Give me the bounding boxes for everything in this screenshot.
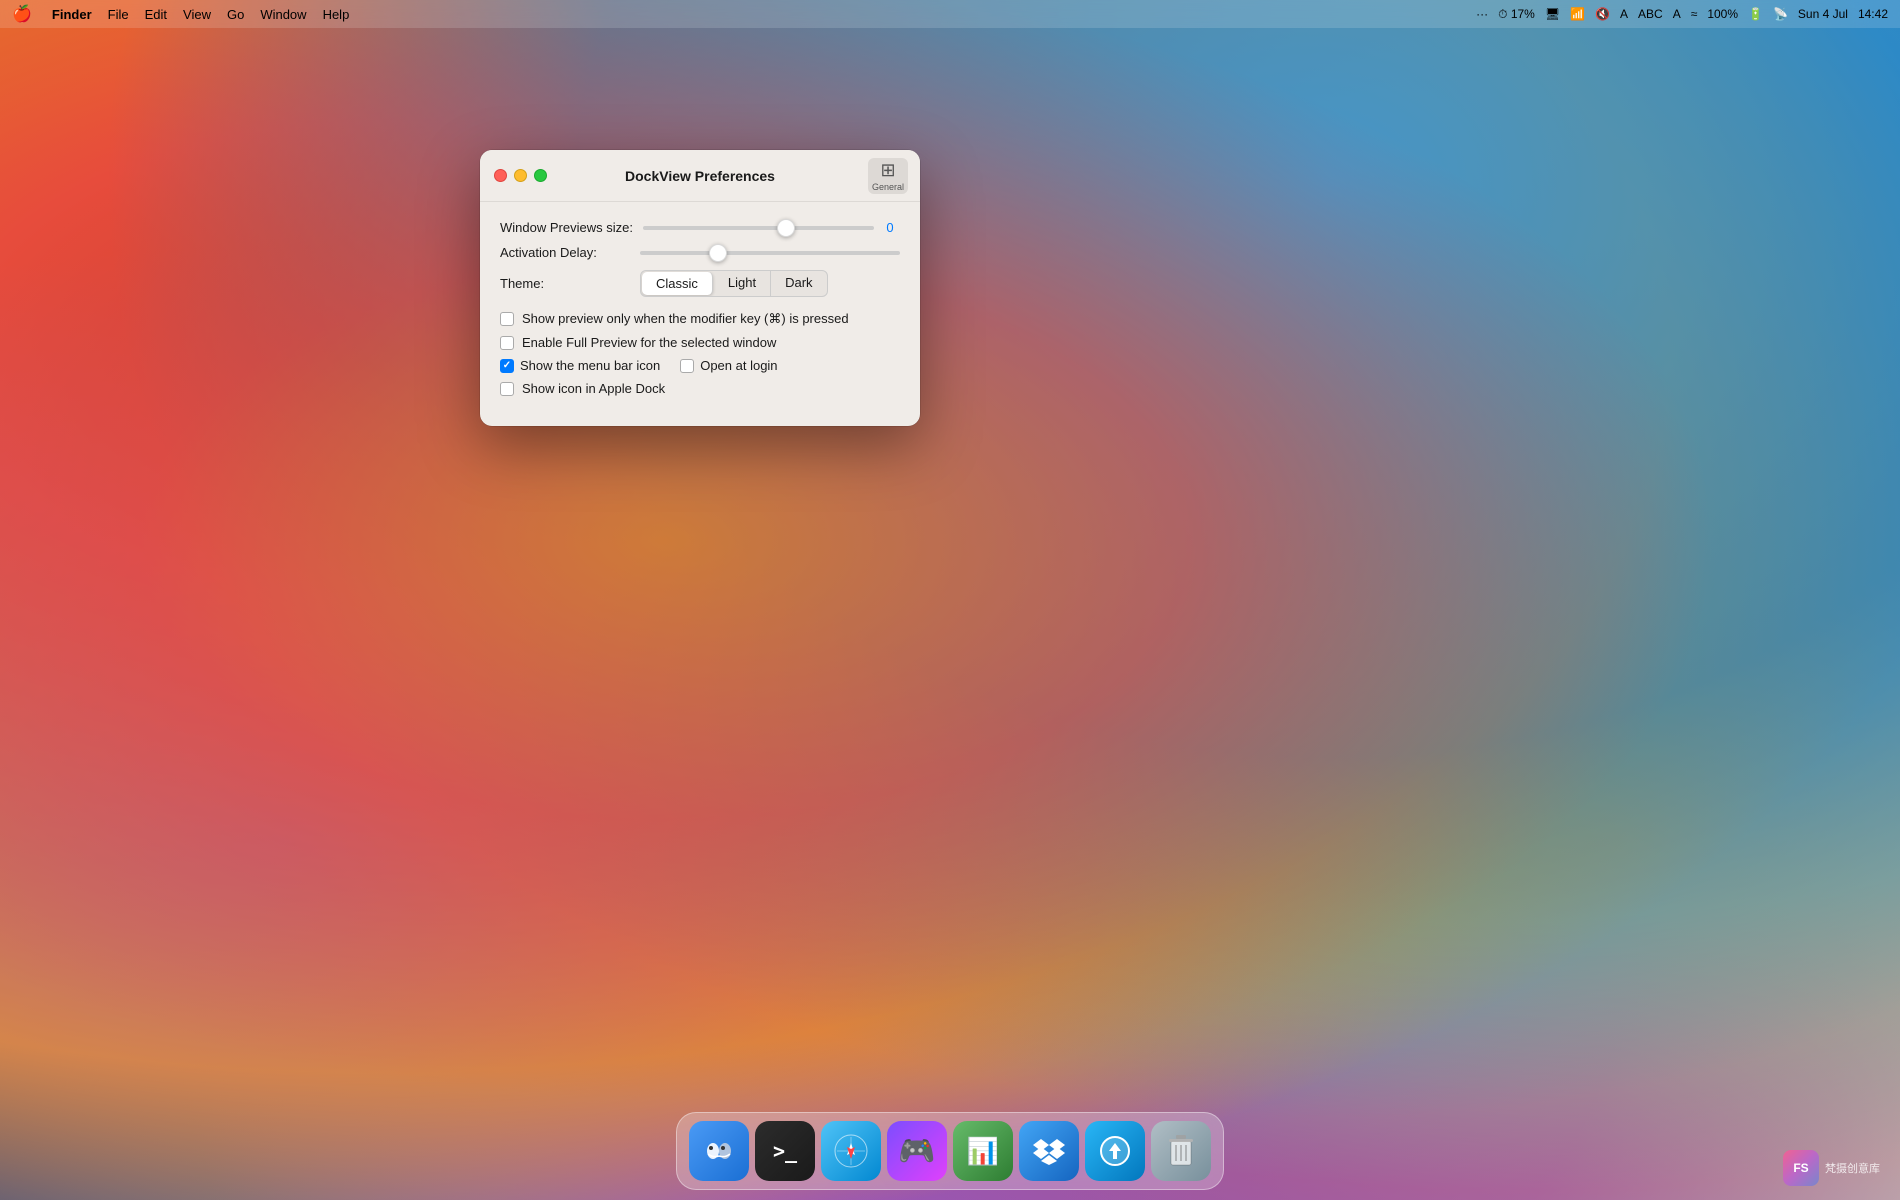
close-button[interactable] [494, 169, 507, 182]
full-preview-row: Enable Full Preview for the selected win… [500, 335, 900, 350]
menubar-battery-time: ⏱ 17% [1498, 7, 1535, 22]
theme-label: Theme: [500, 276, 630, 291]
menubar-sound[interactable]: 🔇 [1595, 7, 1610, 21]
general-icon: ⊞ [880, 160, 895, 181]
dock-safari[interactable] [821, 1121, 881, 1181]
open-login-checkbox[interactable] [680, 359, 694, 373]
menubar-right: ··· ⏱ 17% 🖥 📶 🔇 A ABC A ≈ 100% 🔋 📡 Sun 4… [1476, 7, 1888, 22]
menubar-dots[interactable]: ··· [1476, 7, 1488, 21]
window-previews-row: Window Previews size: 0 [500, 220, 900, 235]
dock-partymixer[interactable]: 🎮 [887, 1121, 947, 1181]
dock-numbers[interactable]: 📊 [953, 1121, 1013, 1181]
theme-row: Theme: Classic Light Dark [500, 270, 900, 297]
dock-finder[interactable] [689, 1121, 749, 1181]
theme-dark[interactable]: Dark [771, 271, 826, 296]
menubar-left: 🍎 Finder File Edit View Go Window Help [12, 4, 349, 24]
open-login-item: Open at login [680, 358, 777, 373]
modifier-key-row: Show preview only when the modifier key … [500, 311, 900, 327]
menubar-network[interactable]: 📡 [1773, 7, 1788, 21]
menubar-window[interactable]: Window [260, 7, 306, 22]
preferences-content: Window Previews size: 0 Activation Delay… [480, 202, 920, 426]
watermark-text: 梵摄创意库 [1825, 1160, 1880, 1176]
apple-menu[interactable]: 🍎 [12, 4, 32, 24]
menubar-finder[interactable]: Finder [52, 7, 92, 22]
preferences-window: DockView Preferences ⊞ General Window Pr… [480, 150, 920, 426]
menubar-edit[interactable]: Edit [145, 7, 167, 22]
full-preview-checkbox[interactable] [500, 336, 514, 350]
menubar-datetime: Sun 4 Jul 14:42 [1798, 7, 1888, 21]
menubar-login-row: Show the menu bar icon Open at login [500, 358, 900, 373]
dock-terminal[interactable]: >_ [755, 1121, 815, 1181]
watermark: FS 梵摄创意库 [1783, 1150, 1880, 1186]
dock: >_ 🎮 📊 [676, 1112, 1224, 1190]
window-title: DockView Preferences [625, 168, 775, 184]
menubar-zoom: 100% [1707, 7, 1738, 21]
toolbar[interactable]: ⊞ General [868, 158, 908, 194]
menubar-wifi[interactable]: 📶 [1570, 7, 1585, 21]
open-login-label: Open at login [700, 358, 777, 373]
watermark-badge: FS [1783, 1150, 1819, 1186]
menubar-a1[interactable]: A [1620, 7, 1628, 21]
desktop-background [0, 0, 1900, 1200]
menubar-go[interactable]: Go [227, 7, 244, 22]
minimize-button[interactable] [514, 169, 527, 182]
activation-delay-slider-container [640, 251, 900, 255]
menubar-battery[interactable]: 🔋 [1748, 7, 1763, 21]
menubar-display[interactable]: 🖥 [1545, 7, 1560, 21]
theme-segmented-control[interactable]: Classic Light Dark [640, 270, 828, 297]
window-controls [494, 169, 547, 182]
dock-arrdrop[interactable] [1085, 1121, 1145, 1181]
menubar-abc[interactable]: ABC [1638, 7, 1663, 21]
window-previews-value: 0 [880, 220, 900, 235]
window-previews-slider-container: 0 [643, 220, 900, 235]
maximize-button[interactable] [534, 169, 547, 182]
activation-delay-row: Activation Delay: [500, 245, 900, 260]
activation-delay-track [640, 251, 900, 255]
menu-bar-item: Show the menu bar icon [500, 358, 660, 373]
window-titlebar: DockView Preferences ⊞ General [480, 150, 920, 202]
full-preview-label: Enable Full Preview for the selected win… [522, 335, 776, 350]
window-previews-track [643, 226, 874, 230]
window-previews-label: Window Previews size: [500, 220, 633, 235]
window-previews-thumb[interactable] [777, 219, 795, 237]
general-toolbar-item[interactable]: ⊞ General [868, 158, 908, 194]
activation-delay-label: Activation Delay: [500, 245, 630, 260]
menubar-view[interactable]: View [183, 7, 211, 22]
modifier-key-checkbox[interactable] [500, 312, 514, 326]
theme-classic[interactable]: Classic [642, 272, 713, 295]
apple-dock-label: Show icon in Apple Dock [522, 381, 665, 396]
menu-bar-checkbox[interactable] [500, 359, 514, 373]
menubar-file[interactable]: File [108, 7, 129, 22]
modifier-key-label: Show preview only when the modifier key … [522, 311, 849, 327]
menubar-a2[interactable]: A [1673, 7, 1681, 21]
menubar-help[interactable]: Help [323, 7, 350, 22]
menubar-approx[interactable]: ≈ [1691, 7, 1698, 21]
menu-bar-label: Show the menu bar icon [520, 358, 660, 373]
activation-delay-thumb[interactable] [709, 244, 727, 262]
dock-trash[interactable] [1151, 1121, 1211, 1181]
apple-dock-checkbox[interactable] [500, 382, 514, 396]
dock-dropbox[interactable] [1019, 1121, 1079, 1181]
menubar: 🍎 Finder File Edit View Go Window Help ·… [0, 0, 1900, 28]
theme-light[interactable]: Light [714, 271, 771, 296]
general-label: General [872, 182, 904, 192]
apple-dock-row: Show icon in Apple Dock [500, 381, 900, 396]
